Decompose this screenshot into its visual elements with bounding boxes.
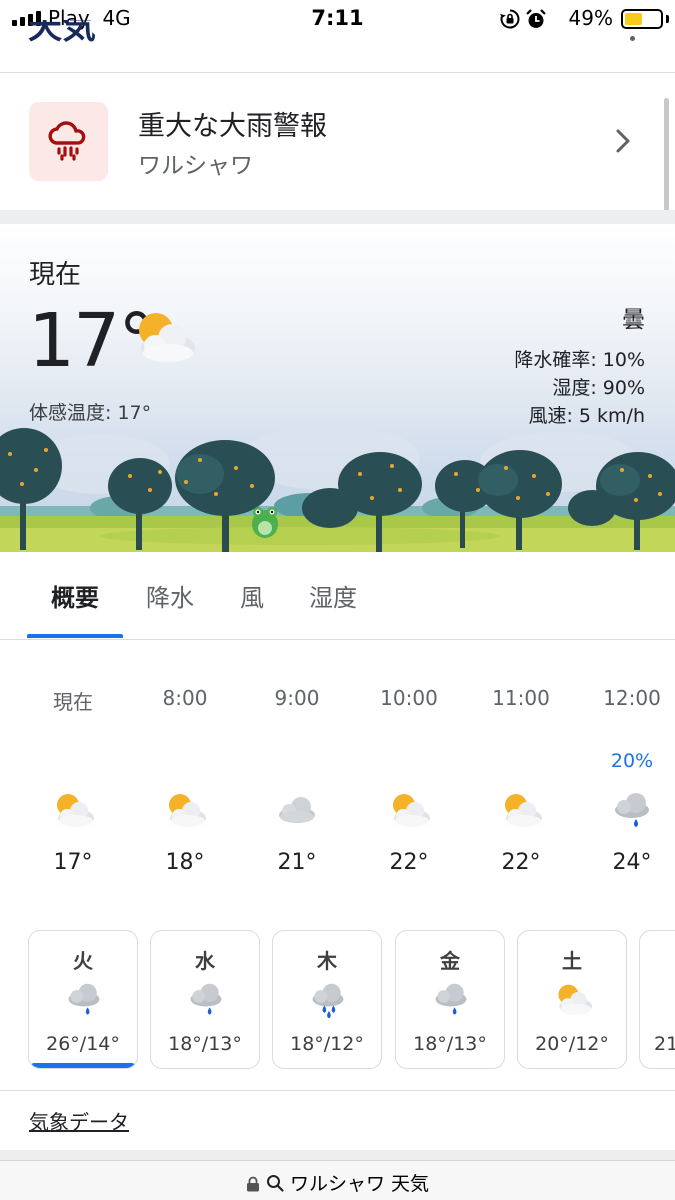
hour-temp: 24° [612, 850, 652, 875]
rain-icon [190, 983, 222, 1015]
day-temps: 18°/13° [413, 1033, 487, 1055]
forecast-tabs: 概要 降水 風 湿度 [0, 552, 675, 640]
day-temps: 20°/12° [535, 1033, 609, 1055]
hour-temp: 17° [53, 850, 93, 875]
hour-time: 9:00 [274, 686, 320, 710]
tab-humidity[interactable]: 湿度 [309, 578, 357, 613]
partly-cloudy-icon [505, 794, 542, 827]
hour-temp: 18° [165, 850, 205, 875]
browser-url-bar[interactable]: ワルシャワ 天気 [0, 1160, 675, 1200]
url-text-row[interactable]: ワルシャワ 天気 [0, 1169, 675, 1196]
active-tab-indicator [27, 634, 123, 638]
alert-location: ワルシャワ [138, 153, 253, 179]
current-weather-panel: 現在 17° 体感温度: 17° 曇 降水確率: 10% 湿度: 90% 風速:… [0, 224, 675, 552]
humidity: 湿度: 90% [552, 377, 645, 399]
day-name: 木 [317, 949, 337, 973]
weather-data-link[interactable]: 気象データ [29, 1106, 129, 1135]
day-name: 水 [195, 949, 215, 973]
day-name: 土 [562, 949, 582, 973]
current-conditions: 曇 降水確率: 10% 湿度: 90% 風速: 5 km/h [514, 300, 645, 430]
lock-icon [246, 1176, 259, 1192]
hour-temp: 22° [501, 850, 541, 875]
rain-icon [435, 983, 467, 1015]
day-name: 金 [440, 949, 460, 973]
partly-cloudy-icon [393, 794, 430, 827]
day-temps: 18°/13° [168, 1033, 242, 1055]
alert-icon-box [29, 102, 108, 181]
hour-time: 11:00 [492, 686, 550, 710]
day-name: 火 [73, 949, 93, 973]
menu-dot-icon[interactable] [630, 36, 635, 41]
day-temps: 18°/12° [290, 1033, 364, 1055]
feels-like: 体感温度: 17° [29, 402, 152, 424]
battery-icon [621, 9, 663, 29]
hour-time: 8:00 [162, 686, 208, 710]
condition-text: 曇 [622, 307, 645, 333]
hour-temp: 22° [389, 850, 429, 875]
rain-icon [615, 793, 649, 827]
alert-title: 重大な大雨警報 [138, 111, 327, 142]
daily-forecast[interactable]: 火 26°/14° 水 18°/13° 木 18°/12° 金 18°/13° … [0, 930, 675, 1070]
heavy-rain-icon [48, 121, 86, 161]
tab-wind[interactable]: 風 [240, 578, 264, 613]
frog-mascot-icon [252, 507, 278, 538]
day-card[interactable]: 木 18°/12° [272, 930, 382, 1069]
hour-time: 10:00 [380, 686, 438, 710]
rotation-lock-icon [500, 9, 520, 29]
precip-chance: 降水確率: 10% [514, 349, 645, 371]
partly-cloudy-icon [57, 794, 94, 827]
rain-icon [68, 983, 100, 1015]
day-card-partial[interactable]: 21 [639, 930, 675, 1069]
battery-percent: 49% [568, 6, 613, 30]
current-label: 現在 [29, 260, 82, 290]
hour-time: 現在 [53, 690, 93, 714]
chevron-right-icon[interactable] [612, 128, 634, 154]
tab-overview[interactable]: 概要 [51, 578, 99, 613]
status-bar: Play 4G 7:11 49% [0, 0, 675, 40]
day-card[interactable]: 水 18°/13° [150, 930, 260, 1069]
battery-level-fill [625, 13, 642, 25]
cloudy-icon [279, 797, 315, 823]
hour-precip: 20% [610, 750, 654, 772]
day-temps: 21 [654, 1033, 675, 1055]
day-temps: 26°/14° [46, 1033, 120, 1055]
day-card[interactable]: 金 18°/13° [395, 930, 505, 1069]
hour-temp: 21° [277, 850, 317, 875]
search-icon [266, 1175, 284, 1192]
alarm-icon [526, 9, 546, 28]
hourly-forecast[interactable]: 現在 17° 8:00 18° 9:00 21° 10:00 22° 11:00… [0, 640, 675, 920]
page-title-partial: 天気 [28, 20, 96, 46]
day-card[interactable]: 土 20°/12° [517, 930, 627, 1069]
partly-cloudy-icon [558, 984, 593, 1015]
day-card[interactable]: 火 26°/14° [28, 930, 138, 1069]
heavy-rain-icon [312, 983, 344, 1019]
url-text: ワルシャワ 天気 [290, 1173, 430, 1195]
hour-time: 12:00 [603, 686, 661, 710]
landscape-illustration [0, 426, 675, 552]
partly-cloudy-icon [139, 313, 195, 362]
selected-day-indicator [31, 1063, 135, 1068]
weather-alert-card[interactable]: 重大な大雨警報 ワルシャワ [0, 74, 675, 210]
partly-cloudy-icon [169, 794, 206, 827]
tab-precipitation[interactable]: 降水 [146, 578, 194, 613]
